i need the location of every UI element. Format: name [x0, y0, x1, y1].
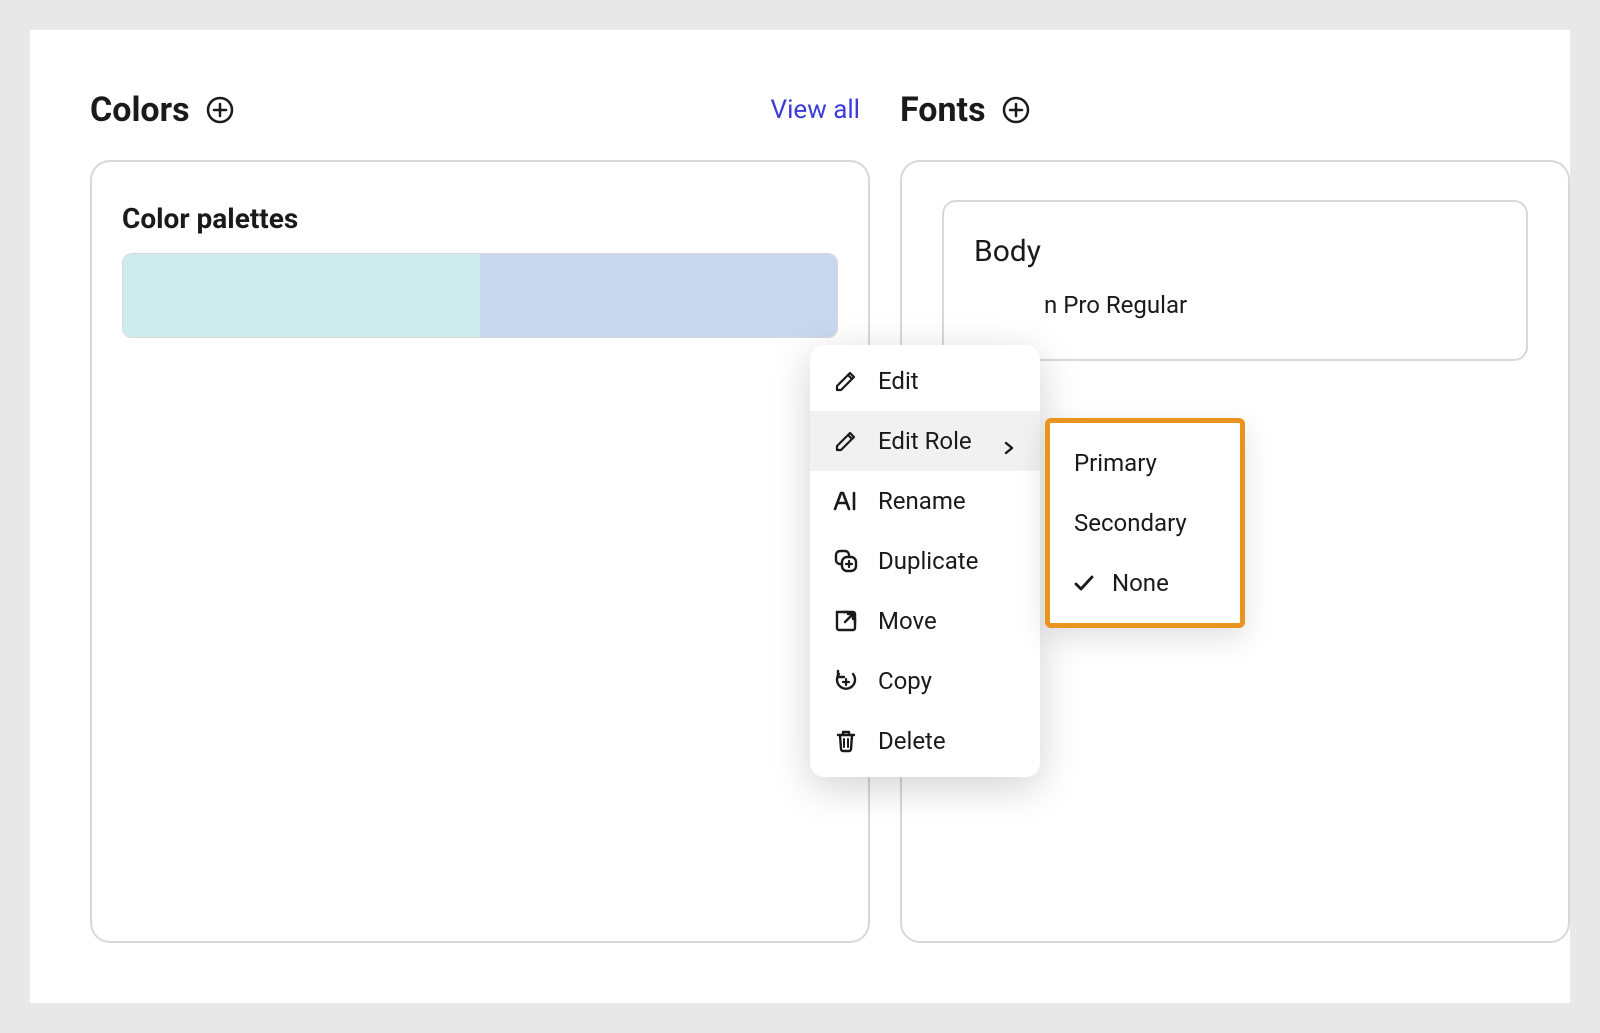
ctx-copy[interactable]: Copy: [810, 651, 1040, 711]
fonts-title-wrap: Fonts: [900, 90, 1031, 130]
plus-circle-icon: [1001, 95, 1031, 125]
context-menu: Edit Edit Role Rename: [810, 345, 1040, 777]
colors-card: Color palettes: [90, 160, 870, 943]
color-swatch[interactable]: [123, 254, 480, 337]
ctx-label: Delete: [878, 727, 946, 755]
view-all-link[interactable]: View all: [771, 95, 860, 125]
ctx-delete[interactable]: Delete: [810, 711, 1040, 771]
duplicate-icon: [832, 547, 860, 575]
submenu-label: Secondary: [1074, 509, 1187, 537]
colors-column: Colors View all Color palettes: [90, 90, 870, 943]
add-color-button[interactable]: [205, 95, 235, 125]
font-item[interactable]: Body n Pro Regular: [942, 200, 1528, 361]
trash-icon: [832, 727, 860, 755]
ctx-label: Rename: [878, 487, 966, 515]
pencil-icon: [832, 367, 860, 395]
chevron-right-icon: [1002, 433, 1018, 449]
plus-circle-icon: [205, 95, 235, 125]
role-none[interactable]: None: [1050, 553, 1240, 613]
ctx-label: Edit Role: [878, 427, 972, 455]
color-swatch[interactable]: [480, 254, 837, 337]
colors-title-wrap: Colors: [90, 90, 235, 130]
ctx-edit[interactable]: Edit: [810, 351, 1040, 411]
ctx-move[interactable]: Move: [810, 591, 1040, 651]
ctx-label: Copy: [878, 667, 932, 695]
ctx-duplicate[interactable]: Duplicate: [810, 531, 1040, 591]
ctx-edit-role[interactable]: Edit Role: [810, 411, 1040, 471]
app-frame: Colors View all Color palettes: [30, 30, 1570, 1003]
ctx-rename[interactable]: Rename: [810, 471, 1040, 531]
checkmark-icon: [1070, 569, 1098, 597]
role-secondary[interactable]: Secondary: [1050, 493, 1240, 553]
add-font-button[interactable]: [1001, 95, 1031, 125]
role-primary[interactable]: Primary: [1050, 433, 1240, 493]
ctx-label: Move: [878, 607, 937, 635]
submenu-label: None: [1112, 569, 1169, 597]
submenu-label: Primary: [1074, 449, 1157, 477]
pencil-icon: [832, 427, 860, 455]
copy-icon: [832, 667, 860, 695]
rename-icon: [832, 487, 860, 515]
colors-title: Colors: [90, 90, 190, 130]
font-role-label: Body: [974, 234, 1496, 269]
palette-title: Color palettes: [122, 202, 838, 235]
font-name: n Pro Regular: [974, 291, 1496, 319]
fonts-header: Fonts: [900, 90, 1570, 130]
colors-header: Colors View all: [90, 90, 870, 130]
edit-role-submenu: Primary Secondary None: [1045, 418, 1245, 628]
ctx-label: Duplicate: [878, 547, 978, 575]
palette-bar[interactable]: [122, 253, 838, 338]
ctx-label: Edit: [878, 367, 919, 395]
move-icon: [832, 607, 860, 635]
fonts-title: Fonts: [900, 90, 986, 130]
